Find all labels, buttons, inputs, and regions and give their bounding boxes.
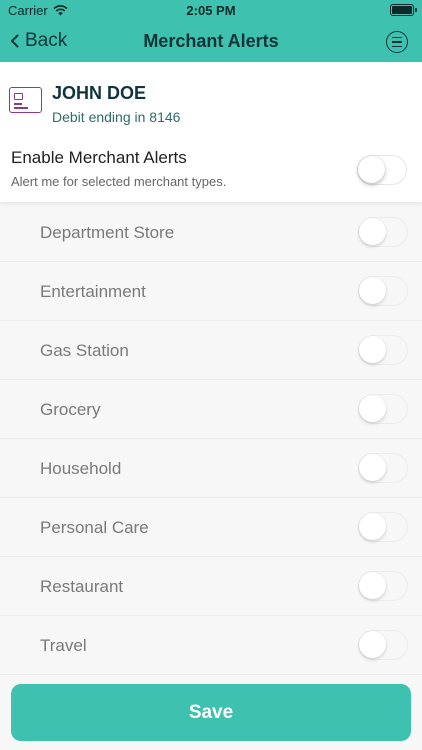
save-button[interactable]: Save (11, 684, 411, 741)
travel-toggle[interactable] (358, 630, 408, 660)
toggle-knob (359, 277, 386, 304)
menu-icon[interactable] (386, 31, 408, 53)
list-item-gas-station: Gas Station (0, 321, 422, 380)
list-item-label: Gas Station (40, 341, 129, 360)
enable-alerts-toggle[interactable] (357, 155, 407, 185)
entertainment-toggle[interactable] (358, 276, 408, 306)
merchant-type-list: Department Store Entertainment Gas Stati… (0, 203, 422, 675)
status-time: 2:05 PM (186, 3, 236, 18)
list-item-restaurant: Restaurant (0, 557, 422, 616)
card-holder-name: JOHN DOE (52, 83, 147, 103)
toggle-knob (359, 395, 386, 422)
list-item-grocery: Grocery (0, 380, 422, 439)
back-button[interactable]: Back (10, 30, 67, 52)
list-item-label: Household (40, 459, 122, 478)
list-item-travel: Travel (0, 616, 422, 675)
list-item-household: Household (0, 439, 422, 498)
nav-bar: Back Merchant Alerts (0, 20, 422, 62)
personal-care-toggle[interactable] (358, 512, 408, 542)
list-item-label: Personal Care (40, 518, 149, 537)
list-item-entertainment: Entertainment (0, 262, 422, 321)
card-section: JOHN DOE Debit ending in 8146 Enable Mer… (0, 62, 422, 202)
toggle-knob (359, 572, 386, 599)
department-store-toggle[interactable] (358, 217, 408, 247)
gas-station-toggle[interactable] (358, 335, 408, 365)
list-item-label: Grocery (40, 400, 101, 419)
card-description: Debit ending in 8146 (52, 109, 181, 125)
list-item-label: Entertainment (40, 282, 146, 301)
grocery-toggle[interactable] (358, 394, 408, 424)
battery-icon (390, 4, 417, 16)
back-label: Back (25, 30, 68, 51)
toggle-knob (359, 336, 386, 363)
status-bar: Carrier 2:05 PM (0, 0, 422, 20)
list-item-label: Restaurant (40, 577, 124, 596)
enable-alerts-subtitle: Alert me for selected merchant types. (11, 174, 227, 189)
restaurant-toggle[interactable] (358, 571, 408, 601)
credit-card-icon (9, 87, 42, 113)
toggle-knob (359, 631, 386, 658)
list-item-label: Travel (40, 636, 87, 655)
list-item-label: Department Store (40, 223, 175, 242)
list-item-department-store: Department Store (0, 203, 422, 262)
household-toggle[interactable] (358, 453, 408, 483)
enable-alerts-title: Enable Merchant Alerts (11, 148, 187, 167)
toggle-knob (359, 218, 386, 245)
list-item-personal-care: Personal Care (0, 498, 422, 557)
toggle-knob (358, 156, 385, 183)
toggle-knob (359, 454, 386, 481)
toggle-knob (359, 513, 386, 540)
chevron-left-icon (11, 34, 19, 48)
